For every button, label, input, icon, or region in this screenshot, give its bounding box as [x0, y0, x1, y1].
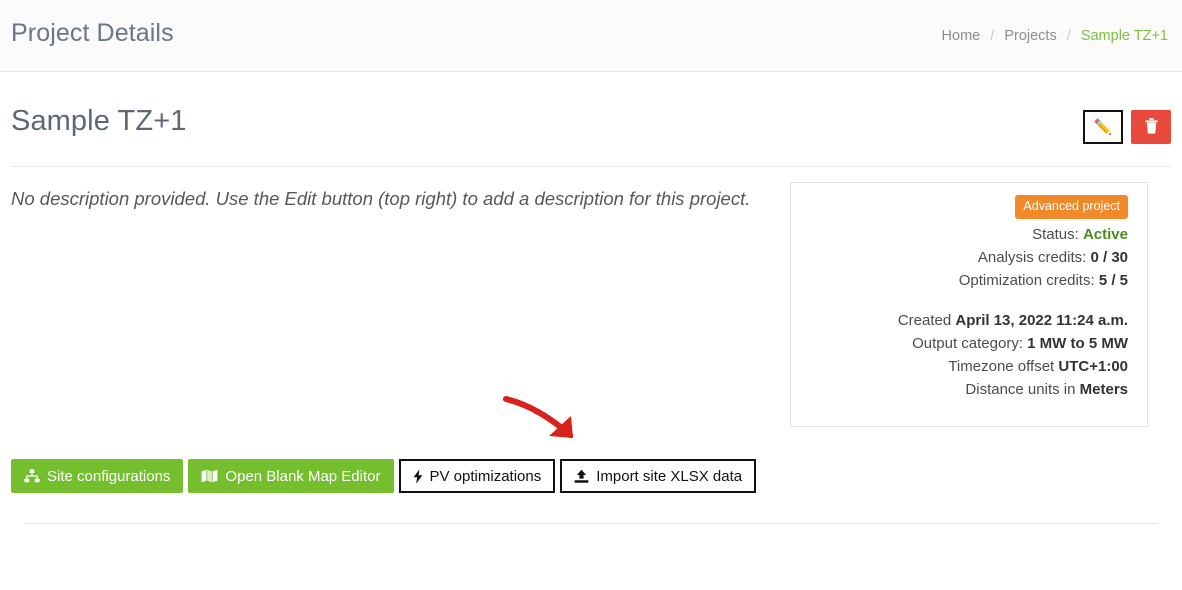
badge-row: Advanced project: [805, 195, 1128, 223]
project-type-badge: Advanced project: [1015, 195, 1128, 219]
info-value-output-category: 1 MW to 5 MW: [1027, 334, 1128, 352]
info-value-created: April 13, 2022 11:24 a.m.: [955, 311, 1128, 329]
project-name: Sample TZ+1: [11, 105, 187, 137]
pv-optimizations-button[interactable]: PV optimizations: [398, 459, 556, 493]
info-value-status: Active: [1082, 225, 1128, 243]
info-row-output-category: Output category: 1 MW to 5 MW: [805, 332, 1128, 355]
footer-divider: [24, 523, 1158, 524]
upload-icon: [574, 469, 589, 484]
info-label-output-category: Output category:: [912, 334, 1023, 352]
info-label-timezone-offset: Timezone offset: [948, 357, 1055, 375]
breadcrumb-separator: /: [1066, 28, 1071, 44]
bolt-icon: [413, 468, 423, 484]
info-row-optimization-credits: Optimization credits: 5 / 5: [805, 269, 1128, 292]
project-actions-toolbar: Site configurations Open Blank Map Edito…: [11, 459, 757, 493]
info-row-analysis-credits: Analysis credits: 0 / 30: [805, 246, 1128, 269]
page-title: Project Details: [11, 19, 174, 47]
info-row-timezone-offset: Timezone offset UTC+1:00: [805, 355, 1128, 378]
info-label-created: Created: [897, 311, 952, 329]
site-configurations-button[interactable]: Site configurations: [11, 459, 184, 493]
site-configurations-label: Site configurations: [47, 467, 171, 485]
breadcrumb-item-home[interactable]: Home: [942, 28, 981, 44]
info-value-timezone-offset: UTC+1:00: [1058, 357, 1128, 375]
breadcrumb-separator: /: [990, 28, 995, 44]
import-site-xlsx-data-button[interactable]: Import site XLSX data: [560, 459, 757, 493]
info-label-optimization-credits: Optimization credits:: [958, 271, 1095, 289]
project-title-row: Sample TZ+1 ✏️: [0, 72, 1182, 166]
header-divider: [11, 166, 1171, 167]
project-details-page: Project Details Home / Projects / Sample…: [0, 0, 1182, 590]
breadcrumb-item-current: Sample TZ+1: [1080, 28, 1168, 44]
info-row-status: Status: Active: [805, 223, 1128, 246]
sitemap-icon: [24, 469, 40, 483]
info-row-distance-units: Distance units in Meters: [805, 378, 1128, 401]
info-value-analysis-credits: 0 / 30: [1090, 248, 1128, 266]
map-icon: [201, 469, 218, 483]
breadcrumb-item-projects[interactable]: Projects: [1004, 28, 1056, 44]
open-blank-map-editor-label: Open Blank Map Editor: [225, 467, 381, 485]
trash-icon: [1144, 117, 1159, 137]
info-row-created: Created April 13, 2022 11:24 a.m.: [805, 309, 1128, 332]
page-header: Project Details Home / Projects / Sample…: [0, 0, 1182, 72]
info-value-distance-units: Meters: [1079, 380, 1128, 398]
info-panel-spacer: [805, 292, 1128, 309]
info-label-analysis-credits: Analysis credits:: [977, 248, 1087, 266]
pencil-icon: ✏️: [1093, 118, 1113, 136]
edit-project-button[interactable]: ✏️: [1083, 110, 1123, 144]
info-label-status: Status:: [1032, 225, 1079, 243]
pv-optimizations-label: PV optimizations: [429, 467, 542, 485]
project-action-buttons: ✏️: [1083, 110, 1171, 144]
info-value-optimization-credits: 5 / 5: [1098, 271, 1128, 289]
import-site-xlsx-data-label: Import site XLSX data: [596, 467, 743, 485]
breadcrumb: Home / Projects / Sample TZ+1: [942, 28, 1168, 44]
annotation-arrow-icon: [500, 392, 600, 447]
project-description: No description provided. Use the Edit bu…: [11, 188, 751, 209]
delete-project-button[interactable]: [1131, 110, 1171, 144]
project-info-panel: Advanced project Status: Active Analysis…: [790, 182, 1148, 427]
info-label-distance-units: Distance units in: [965, 380, 1076, 398]
open-blank-map-editor-button[interactable]: Open Blank Map Editor: [188, 459, 394, 493]
